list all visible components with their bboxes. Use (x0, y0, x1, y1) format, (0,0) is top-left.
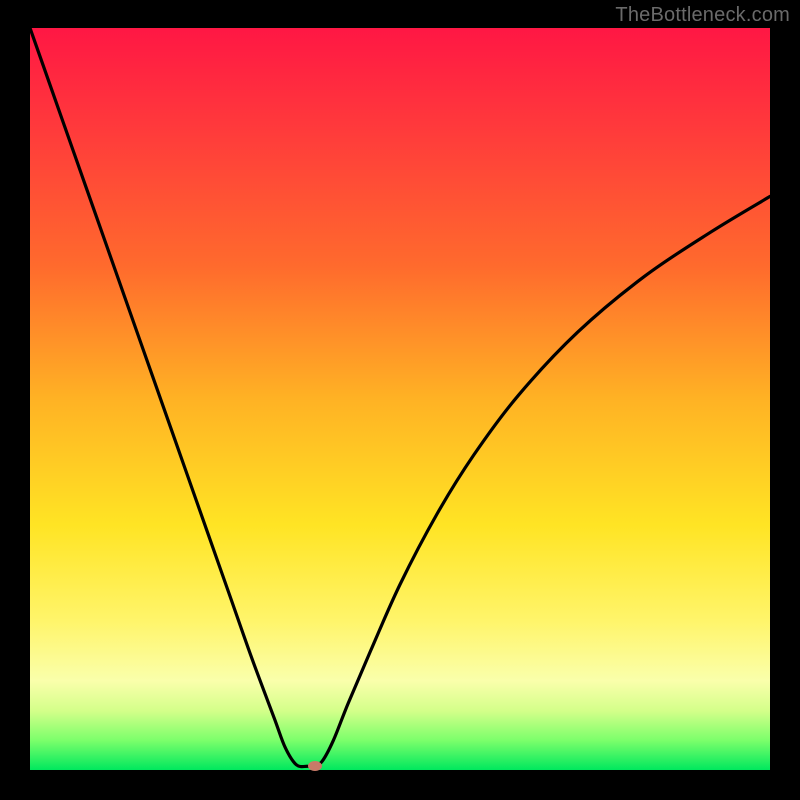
watermark-text: TheBottleneck.com (615, 4, 790, 27)
optimal-point-marker (308, 761, 322, 771)
chart-frame (30, 28, 770, 770)
chart-gradient-bg (30, 28, 770, 770)
